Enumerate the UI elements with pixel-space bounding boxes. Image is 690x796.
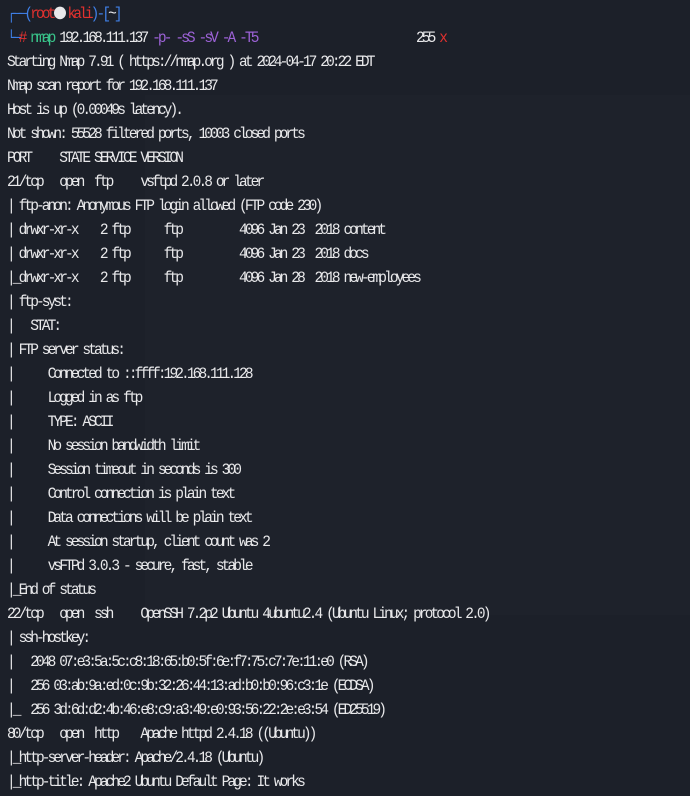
- output-line: |_http-title: Apache2 Ubuntu Default Pag…: [7, 774, 306, 792]
- output-line: Starting Nmap 7.91 ( https://nmap.org ) …: [7, 54, 375, 72]
- output-line: | TYPE: ASCII: [7, 414, 114, 432]
- output-line: | 2048 07:e3:5a:5c:c8:18:65:b0:5f:6e:f7:…: [7, 654, 370, 672]
- output-line: |_ 256 3d:6d:d2:4b:46:e8:c9:a3:49:e0:93:…: [7, 702, 387, 720]
- output-line: | Logged in as ftp: [7, 390, 143, 408]
- output-line: | At session startup, client count was 2: [7, 534, 271, 552]
- output-line: | Session timeout in seconds is 300: [7, 462, 242, 480]
- exit-code: 255: [415, 30, 436, 48]
- output-line: | FTP server status:: [7, 342, 126, 360]
- output-line: | Control connection is plain text: [7, 486, 236, 504]
- skull-icon: [54, 6, 67, 20]
- output-line: 21/tcp open ftp vsftpd 2.0.8 or later: [7, 174, 265, 192]
- output-line: | drwxr-xr-x 2 ftp ftp 4096 Jan 23 2018 …: [7, 246, 370, 264]
- terminal[interactable]: ┌──(root kali)-[~] └─# nmap 192.168.111.1…: [0, 3, 690, 795]
- prompt-user: root: [30, 6, 56, 24]
- prompt-header: ┌──(root kali)-[~]: [7, 6, 122, 24]
- scan-output: Starting Nmap 7.91 ( https://nmap.org ) …: [0, 51, 690, 795]
- output-line: | 256 03:ab:9a:ed:0c:9b:32:26:44:13:ad:b…: [7, 678, 375, 696]
- output-line: | ftp-syst:: [7, 294, 74, 312]
- prompt-symbol: #: [18, 30, 28, 48]
- output-line: | drwxr-xr-x 2 ftp ftp 4096 Jan 23 2018 …: [7, 222, 387, 240]
- output-line: | ftp-anon: Anonymous FTP login allowed …: [7, 198, 323, 216]
- output-line: | ssh-hostkey:: [7, 630, 91, 648]
- output-line: |_drwxr-xr-x 2 ftp ftp 4096 Jan 28 2018 …: [7, 270, 422, 288]
- exit-fail-icon: x: [439, 30, 448, 48]
- output-line: | No session bandwidth limit: [7, 438, 201, 456]
- command-name: nmap: [30, 30, 56, 48]
- output-line: | STAT:: [7, 318, 62, 336]
- output-line: Nmap scan report for 192.168.111.137: [7, 78, 219, 96]
- output-line: Not shown: 55528 filtered ports, 10003 c…: [7, 126, 306, 144]
- output-line: | Data connections will be plain text: [7, 510, 254, 528]
- command-line[interactable]: └─# nmap 192.168.111.137 -p- -sS -sV -A …: [0, 26, 690, 51]
- command-target: 192.168.111.137: [59, 30, 149, 48]
- output-line: 22/tcp open ssh OpenSSH 7.2p2 Ubuntu 4ub…: [7, 606, 491, 624]
- output-line: 80/tcp open http Apache httpd 2.4.18 ((U…: [7, 726, 317, 744]
- output-line: |_http-server-header: Apache/2.4.18 (Ubu…: [7, 750, 265, 768]
- output-line: | vsFTPd 3.0.3 - secure, fast, stable: [7, 558, 254, 576]
- output-line: PORT STATE SERVICE VERSION: [7, 150, 184, 168]
- prompt-host: kali: [67, 6, 93, 24]
- command-flags: -p- -sS -sV -A -T5: [152, 30, 259, 48]
- output-line: | Connected to ::ffff:192.168.111.128: [7, 366, 254, 384]
- output-line: |_End of status: [7, 582, 97, 600]
- output-line: Host is up (0.00049s latency).: [7, 102, 184, 120]
